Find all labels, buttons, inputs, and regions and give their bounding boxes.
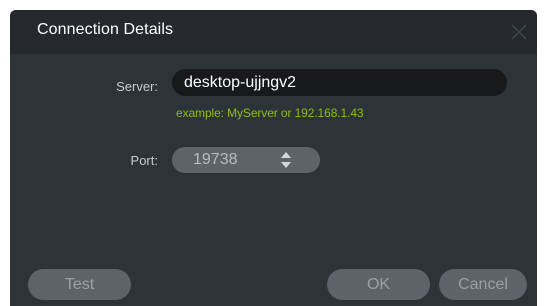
cancel-button[interactable]: Cancel <box>439 269 527 300</box>
server-hint: example: MyServer or 192.168.1.43 <box>176 106 364 120</box>
close-icon <box>511 24 527 40</box>
test-button[interactable]: Test <box>28 269 131 300</box>
port-value: 19738 <box>193 151 238 168</box>
server-input[interactable]: desktop-ujjngv2 <box>172 69 507 96</box>
port-stepper[interactable]: 19738 <box>172 147 320 173</box>
up-down-arrows-icon[interactable] <box>280 150 292 170</box>
close-button[interactable] <box>509 22 529 42</box>
title-bar: Connection Details <box>10 10 537 54</box>
connection-details-dialog: Connection Details Server: desktop-ujjng… <box>10 10 537 306</box>
ok-button[interactable]: OK <box>327 269 430 300</box>
port-label: Port: <box>130 153 158 168</box>
server-label: Server: <box>116 79 158 94</box>
dialog-title: Connection Details <box>37 21 174 38</box>
